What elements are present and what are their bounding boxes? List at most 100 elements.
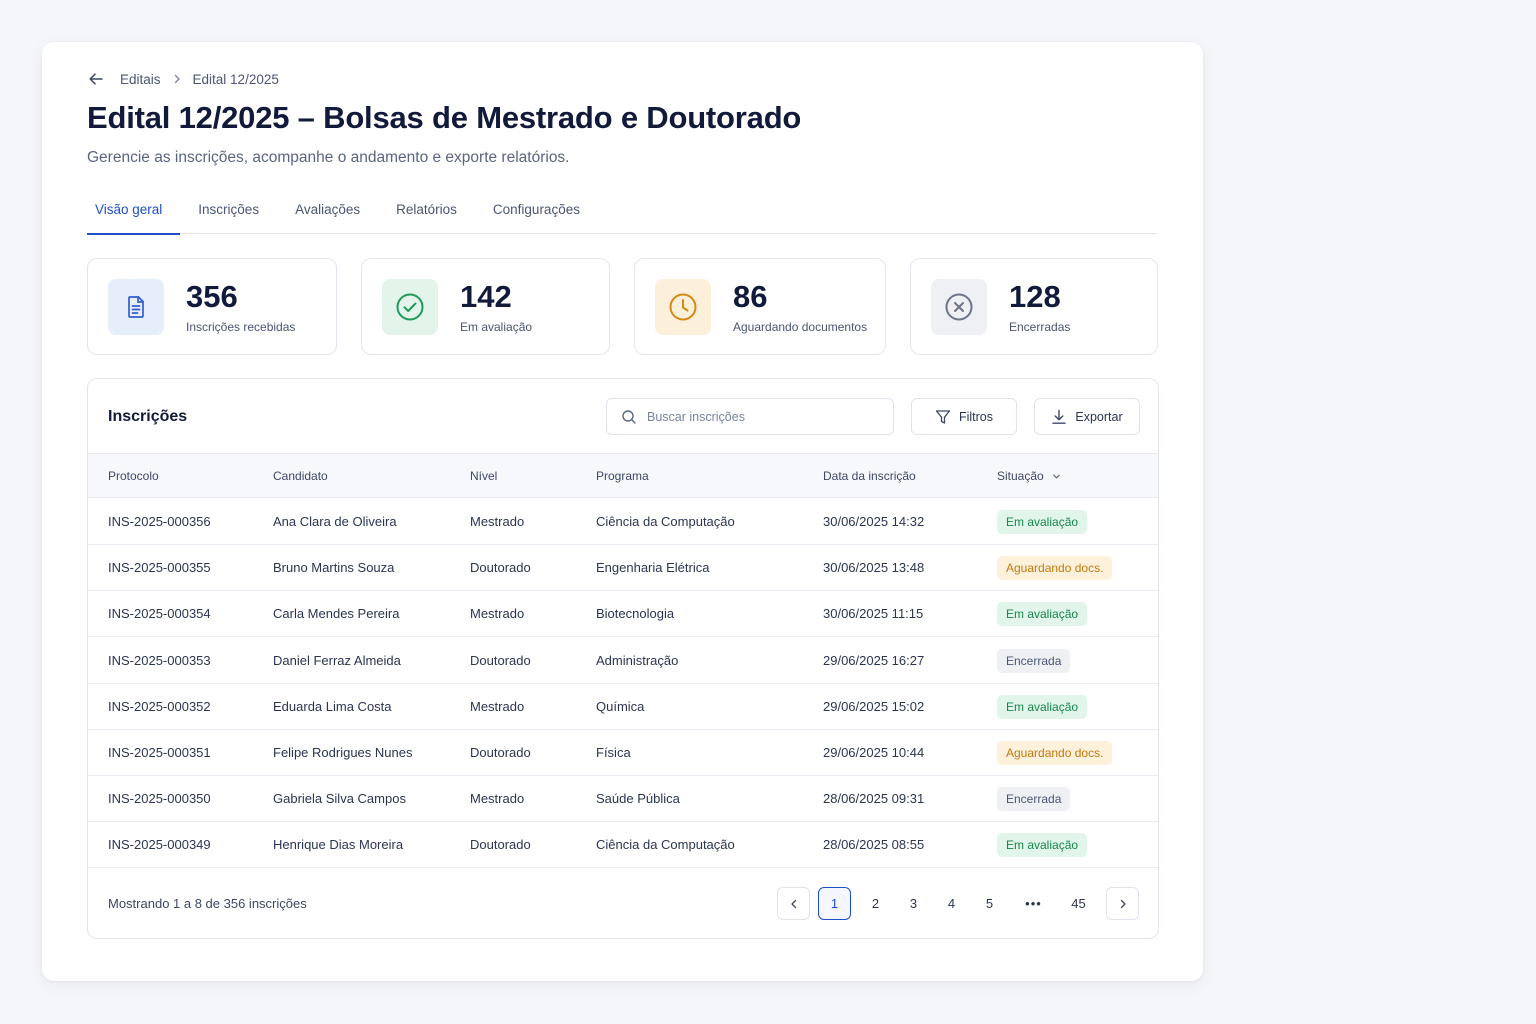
table-header: Protocolo Candidato Nível Programa Data … (88, 453, 1158, 498)
panel-title: Inscrições (108, 408, 188, 425)
breadcrumb-current: Edital 12/2025 (192, 71, 279, 87)
pagination-page-45[interactable]: 45 (1062, 887, 1095, 920)
stat-label: Em avaliação (460, 320, 533, 334)
search-icon (622, 409, 636, 424)
pagination-page-1[interactable]: 1 (818, 887, 851, 920)
cell-programa: Química (596, 698, 645, 714)
stat-label: Inscrições recebidas (186, 320, 296, 334)
column-header-candidato: Candidato (273, 469, 328, 483)
status-badge: Em avaliação (997, 694, 1088, 719)
stat-card-aguardando-documentos: 86 Aguardando documentos (634, 258, 886, 355)
cell-nivel: Doutorado (470, 560, 531, 576)
pagination-page-2[interactable]: 2 (859, 887, 892, 920)
cell-programa: Ciência da Computação (596, 514, 735, 529)
column-header-nivel: Nível (470, 469, 498, 483)
pagination-prev-button[interactable] (777, 887, 810, 920)
cell-nivel: Mestrado (470, 514, 525, 529)
table-row[interactable]: INS-2025-000354 Carla Mendes Pereira Mestr… (88, 591, 1158, 638)
tab-visao-geral[interactable]: Visão geral (87, 192, 181, 235)
back-arrow-icon[interactable] (88, 70, 106, 88)
main-card: Editais Edital 12/2025 Edital 12/2025 – … (42, 42, 1203, 981)
inscricoes-panel: Inscrições Buscar inscrições Filtros Exp… (87, 378, 1159, 939)
cell-data: 28/06/2025 09:31 (823, 791, 925, 807)
cell-candidato: Gabriela Silva Campos (273, 791, 406, 807)
status-badge: Em avaliação (997, 510, 1088, 534)
stat-value: 356 (186, 279, 238, 314)
table-row[interactable]: INS-2025-000349 Henrique Dias Moreira Dout… (88, 822, 1158, 869)
cell-candidato: Eduarda Lima Costa (273, 698, 392, 714)
cell-protocolo: INS-2025-000354 (108, 606, 211, 622)
cell-nivel: Doutorado (470, 837, 531, 853)
clock-icon (655, 279, 711, 335)
cell-data: 28/06/2025 08:55 (823, 837, 925, 853)
cell-protocolo: INS-2025-000352 (108, 698, 211, 714)
table-row[interactable]: INS-2025-000353 Daniel Ferraz Almeida Dout… (88, 638, 1158, 684)
cell-data: 30/06/2025 14:32 (823, 514, 925, 529)
breadcrumb: Editais Edital 12/2025 (88, 70, 279, 88)
cell-data: 29/06/2025 15:02 (823, 698, 925, 714)
column-header-data: Data da inscrição (823, 469, 916, 483)
cell-data: 29/06/2025 10:44 (823, 745, 925, 760)
table-row[interactable]: INS-2025-000352 Eduarda Lima Costa Mestrad… (88, 684, 1158, 730)
cell-programa: Engenharia Elétrica (596, 560, 710, 576)
status-badge: Aguardando docs. (997, 741, 1113, 765)
pagination-next-button[interactable] (1106, 887, 1139, 920)
cell-nivel: Doutorado (470, 652, 531, 668)
search-input[interactable]: Buscar inscrições (606, 398, 894, 435)
column-header-situacao[interactable]: Situação (997, 469, 1061, 483)
page-subtitle: Gerencie as inscrições, acompanhe o anda… (87, 149, 570, 166)
cell-candidato: Ana Clara de Oliveira (273, 514, 397, 529)
cell-data: 30/06/2025 13:48 (823, 560, 925, 576)
pagination-page-3[interactable]: 3 (897, 887, 930, 920)
stat-card-encerradas: 128 Encerradas (910, 258, 1158, 355)
chevron-down-icon (1052, 474, 1060, 478)
filter-icon (935, 409, 951, 424)
cell-nivel: Mestrado (470, 606, 525, 622)
column-header-situacao-label: Situação (997, 469, 1044, 483)
download-icon (1052, 409, 1067, 424)
stat-value: 142 (460, 279, 512, 314)
stat-card-em-avaliacao: 142 Em avaliação (361, 258, 610, 355)
cell-candidato: Felipe Rodrigues Nunes (273, 745, 413, 760)
column-header-programa: Programa (596, 469, 649, 483)
tab-avaliacoes[interactable]: Avaliações (287, 192, 368, 234)
chevron-left-icon (790, 899, 796, 908)
table-row[interactable]: INS-2025-000355 Bruno Martins Souza Doutor… (88, 545, 1158, 592)
export-label: Exportar (1075, 409, 1123, 424)
pagination-page-5[interactable]: 5 (973, 887, 1006, 920)
cell-nivel: Doutorado (470, 745, 531, 760)
tab-configuracoes[interactable]: Configurações (485, 192, 588, 234)
cell-candidato: Daniel Ferraz Almeida (273, 652, 401, 668)
cell-nivel: Mestrado (470, 698, 525, 714)
cell-data: 29/06/2025 16:27 (823, 652, 925, 668)
cell-programa: Saúde Pública (596, 791, 680, 807)
cell-data: 30/06/2025 11:15 (823, 606, 924, 622)
stat-value: 86 (733, 279, 768, 314)
pagination-page-4[interactable]: 4 (935, 887, 968, 920)
cell-programa: Biotecnologia (596, 606, 675, 622)
filters-label: Filtros (958, 409, 994, 424)
table-row[interactable]: INS-2025-000356 Ana Clara de Oliveira Mest… (88, 499, 1158, 545)
breadcrumb-parent-link[interactable]: Editais (120, 72, 161, 87)
cell-programa: Administração (596, 652, 679, 668)
tab-inscricoes[interactable]: Inscrições (190, 192, 267, 234)
search-placeholder: Buscar inscrições (647, 409, 745, 424)
filters-button[interactable]: Filtros (911, 398, 1017, 435)
export-button[interactable]: Exportar (1034, 398, 1140, 435)
cell-protocolo: INS-2025-000349 (108, 837, 211, 853)
cell-protocolo: INS-2025-000356 (108, 514, 211, 529)
cell-programa: Física (596, 745, 631, 760)
stat-label: Aguardando documentos (733, 320, 868, 334)
cell-protocolo: INS-2025-000350 (108, 791, 211, 807)
table-row[interactable]: INS-2025-000351 Felipe Rodrigues Nunes Dou… (88, 730, 1158, 776)
cell-candidato: Henrique Dias Moreira (273, 837, 404, 853)
cell-candidato: Carla Mendes Pereira (273, 606, 400, 622)
status-badge: Encerrada (997, 648, 1071, 673)
status-badge: Em avaliação (997, 602, 1088, 627)
status-badge: Aguardando docs. (997, 556, 1113, 581)
cell-protocolo: INS-2025-000355 (108, 560, 211, 576)
tab-relatorios[interactable]: Relatórios (388, 192, 465, 234)
table-row[interactable]: INS-2025-000350 Gabriela Silva Campos Mest… (88, 776, 1158, 823)
check-circle-icon (382, 279, 438, 335)
stat-label: Encerradas (1009, 320, 1071, 334)
